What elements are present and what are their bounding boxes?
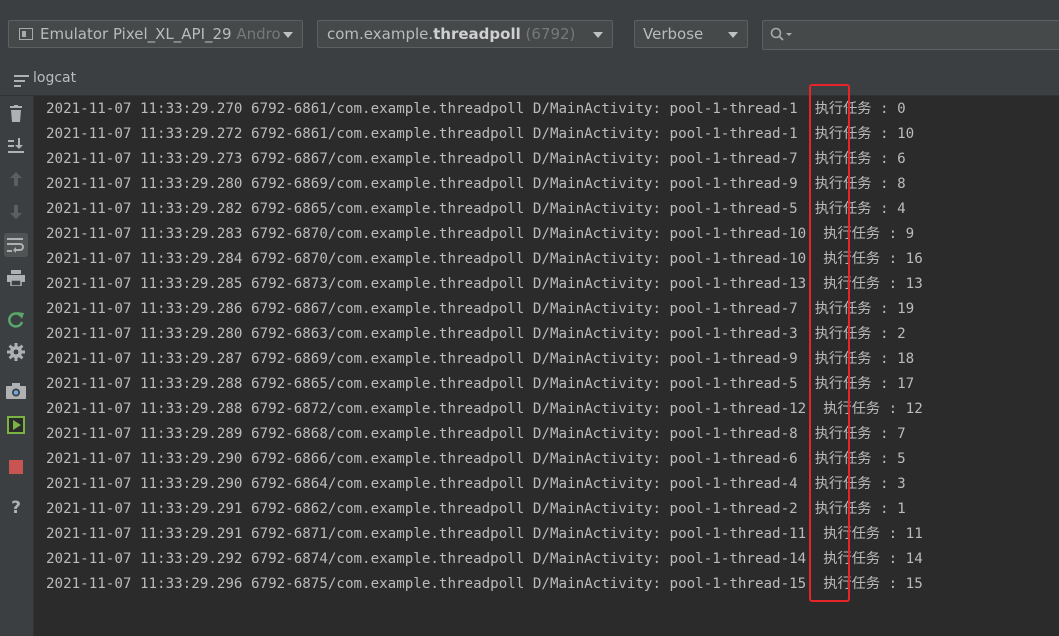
log-line: 2021-11-07 11:33:29.286 6792-6867/com.ex…: [46, 301, 915, 317]
process-package: com.example.: [327, 25, 434, 43]
panel-title: logcat: [33, 70, 77, 86]
log-line: 2021-11-07 11:33:29.273 6792-6867/com.ex…: [46, 151, 906, 167]
logcat-output[interactable]: 2021-11-07 11:33:29.270 6792-6861/com.ex…: [46, 97, 923, 597]
log-level-selector[interactable]: Verbose: [634, 20, 748, 48]
log-line: 2021-11-07 11:33:29.282 6792-6865/com.ex…: [46, 201, 906, 217]
search-icon: [770, 27, 792, 41]
restart-icon[interactable]: [4, 308, 28, 332]
log-line: 2021-11-07 11:33:29.288 6792-6872/com.ex…: [46, 401, 923, 417]
help-icon[interactable]: ?: [4, 496, 28, 520]
trash-icon[interactable]: [4, 102, 28, 126]
device-selector[interactable]: Emulator Pixel_XL_API_29 Andro: [8, 20, 303, 48]
thread-number-highlight: [809, 84, 850, 602]
chevron-down-icon: [728, 32, 738, 38]
log-line: 2021-11-07 11:33:29.290 6792-6864/com.ex…: [46, 476, 906, 492]
log-line: 2021-11-07 11:33:29.270 6792-6861/com.ex…: [46, 101, 906, 117]
scroll-to-end-icon[interactable]: [4, 134, 28, 158]
log-line: 2021-11-07 11:33:29.287 6792-6869/com.ex…: [46, 351, 915, 367]
screen-capture-icon[interactable]: [4, 379, 28, 403]
process-pid: (6792): [525, 25, 576, 43]
logcat-side-toolbar: ?: [0, 96, 34, 636]
log-line: 2021-11-07 11:33:29.289 6792-6868/com.ex…: [46, 426, 906, 442]
process-name: threadpoll: [433, 25, 521, 43]
log-line: 2021-11-07 11:33:29.272 6792-6861/com.ex…: [46, 126, 915, 142]
chevron-down-icon: [593, 32, 603, 38]
up-arrow-icon[interactable]: [4, 167, 28, 191]
chevron-down-icon: [283, 32, 293, 38]
soft-wrap-icon[interactable]: [4, 233, 28, 257]
log-line: 2021-11-07 11:33:29.285 6792-6873/com.ex…: [46, 276, 923, 292]
device-icon: [19, 28, 33, 40]
device-name: Emulator Pixel_XL_API_29: [40, 25, 232, 43]
search-input[interactable]: [762, 20, 1059, 50]
log-line: 2021-11-07 11:33:29.292 6792-6874/com.ex…: [46, 551, 923, 567]
screen-record-icon[interactable]: [4, 413, 28, 437]
log-line: 2021-11-07 11:33:29.284 6792-6870/com.ex…: [46, 251, 923, 267]
log-line: 2021-11-07 11:33:29.291 6792-6862/com.ex…: [46, 501, 906, 517]
settings-icon[interactable]: [4, 340, 28, 364]
log-line: 2021-11-07 11:33:29.280 6792-6863/com.ex…: [46, 326, 906, 342]
print-icon[interactable]: [4, 266, 28, 290]
process-selector[interactable]: com.example.threadpoll (6792): [317, 20, 613, 48]
log-line: 2021-11-07 11:33:29.280 6792-6869/com.ex…: [46, 176, 906, 192]
log-line: 2021-11-07 11:33:29.296 6792-6875/com.ex…: [46, 576, 923, 592]
log-line: 2021-11-07 11:33:29.291 6792-6871/com.ex…: [46, 526, 923, 542]
down-arrow-icon[interactable]: [4, 200, 28, 224]
device-suffix: Andro: [236, 25, 281, 43]
log-line: 2021-11-07 11:33:29.290 6792-6866/com.ex…: [46, 451, 906, 467]
stop-icon[interactable]: [4, 455, 28, 479]
log-line: 2021-11-07 11:33:29.283 6792-6870/com.ex…: [46, 226, 915, 242]
log-line: 2021-11-07 11:33:29.288 6792-6865/com.ex…: [46, 376, 915, 392]
logcat-toolbar: Emulator Pixel_XL_API_29 Andro com.examp…: [0, 5, 1059, 65]
log-level-value: Verbose: [643, 25, 704, 43]
logcat-icon: [14, 75, 29, 87]
logcat-header: logcat: [0, 65, 1059, 96]
